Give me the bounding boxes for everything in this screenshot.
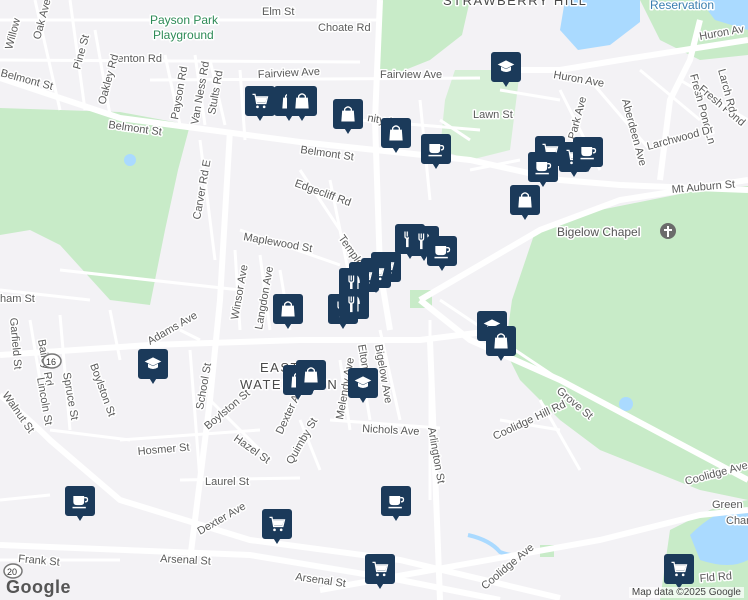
bag-icon — [275, 296, 301, 322]
map-marker-shop[interactable] — [381, 118, 415, 162]
marker-frame — [365, 554, 395, 584]
cup-icon — [423, 136, 449, 162]
bag-icon — [512, 187, 538, 213]
marker-pointer — [391, 145, 401, 153]
marker-frame — [65, 486, 95, 516]
marker-pointer — [583, 164, 593, 172]
marker-frame — [528, 152, 558, 182]
marker-frame — [339, 289, 369, 319]
map-attribution[interactable]: Map data ©2025 Google — [628, 587, 744, 598]
marker-pointer — [391, 513, 401, 521]
marker-pointer — [306, 387, 316, 395]
map-marker-shop[interactable] — [287, 86, 321, 130]
cup-icon — [67, 488, 93, 514]
marker-frame — [348, 368, 378, 398]
marker-frame — [381, 486, 411, 516]
marker-frame — [421, 134, 451, 164]
map-marker-school[interactable] — [138, 349, 172, 393]
marker-frame — [427, 236, 457, 266]
map-marker-grocery[interactable] — [262, 509, 296, 553]
marker-frame — [381, 118, 411, 148]
map-marker-shop[interactable] — [296, 360, 330, 404]
map-marker-shop[interactable] — [273, 294, 307, 338]
marker-frame — [138, 349, 168, 379]
marker-layer — [0, 0, 748, 600]
marker-frame — [491, 52, 521, 82]
marker-pointer — [437, 263, 447, 271]
bag-icon — [335, 101, 361, 127]
bag-icon — [289, 88, 315, 114]
marker-pointer — [496, 353, 506, 361]
marker-pointer — [431, 161, 441, 169]
cart-icon — [264, 511, 290, 537]
map-marker-school[interactable] — [491, 52, 525, 96]
school-icon — [350, 370, 376, 396]
fork-knife-icon — [341, 291, 367, 317]
school-icon — [140, 351, 166, 377]
map-marker-cafe[interactable] — [65, 486, 99, 530]
marker-frame — [333, 99, 363, 129]
marker-pointer — [358, 395, 368, 403]
map-marker-restaurant[interactable] — [339, 289, 373, 333]
bag-icon — [383, 120, 409, 146]
marker-frame — [287, 86, 317, 116]
map-marker-cafe[interactable] — [427, 236, 461, 280]
marker-pointer — [148, 376, 158, 384]
bag-icon — [298, 362, 324, 388]
marker-pointer — [349, 316, 359, 324]
marker-frame — [245, 86, 275, 116]
cart-icon — [247, 88, 273, 114]
marker-pointer — [375, 581, 385, 589]
marker-pointer — [272, 536, 282, 544]
map-marker-shop[interactable] — [510, 185, 544, 229]
marker-frame — [573, 137, 603, 167]
school-icon — [493, 54, 519, 80]
cart-icon — [666, 556, 692, 582]
marker-pointer — [255, 113, 265, 121]
bag-icon — [488, 328, 514, 354]
cart-icon — [367, 556, 393, 582]
map-marker-cafe[interactable] — [573, 137, 607, 181]
map-marker-cafe[interactable] — [421, 134, 455, 178]
marker-frame — [664, 554, 694, 584]
marker-pointer — [501, 79, 511, 87]
marker-pointer — [75, 513, 85, 521]
cup-icon — [383, 488, 409, 514]
marker-frame — [510, 185, 540, 215]
marker-pointer — [283, 321, 293, 329]
marker-frame — [296, 360, 326, 390]
marker-pointer — [520, 212, 530, 220]
cup-icon — [429, 238, 455, 264]
marker-frame — [262, 509, 292, 539]
map-marker-shop[interactable] — [333, 99, 367, 143]
map-marker-shop[interactable] — [486, 326, 520, 370]
cup-icon — [530, 154, 556, 180]
marker-frame — [486, 326, 516, 356]
marker-pointer — [297, 113, 307, 121]
marker-frame — [273, 294, 303, 324]
google-logo: Google — [6, 577, 71, 597]
map-marker-school[interactable] — [348, 368, 382, 412]
map-marker-grocery[interactable] — [365, 554, 399, 598]
cup-icon — [575, 139, 601, 165]
map-marker-cafe[interactable] — [381, 486, 415, 530]
marker-pointer — [343, 126, 353, 134]
